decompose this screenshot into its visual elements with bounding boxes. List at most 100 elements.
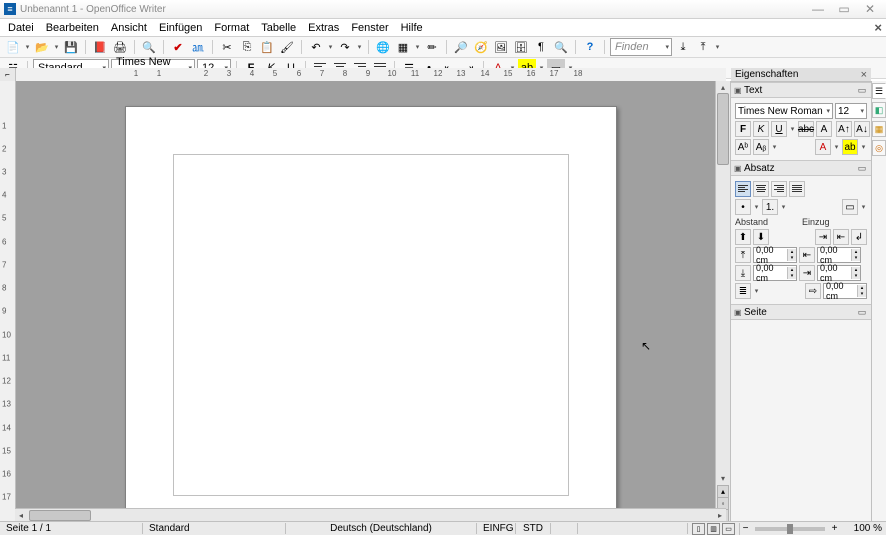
panel-highlight-dropdown[interactable]: ▾	[860, 143, 867, 151]
view-multi-page-button[interactable]: ▥	[707, 523, 720, 535]
menu-hilfe[interactable]: Hilfe	[395, 22, 429, 34]
zoom-out-button[interactable]: −	[740, 523, 751, 534]
find-next-button[interactable]: ⤓	[674, 38, 692, 56]
panel-spacing-dropdown[interactable]: ▾	[771, 143, 778, 151]
toolbar-overflow[interactable]: ▾	[714, 43, 721, 51]
copy-button[interactable]: ⎘	[238, 38, 256, 56]
panel-numbering-button[interactable]: 1.	[762, 199, 778, 215]
document-viewport[interactable]: ↖	[16, 81, 715, 522]
status-language[interactable]: Deutsch (Deutschland)	[286, 523, 477, 534]
print-preview-button[interactable]: 🔍	[140, 38, 158, 56]
first-line-indent-spinner[interactable]: 0,00 cm▴▾	[823, 283, 867, 299]
indent-left-spinner[interactable]: 0,00 cm▴▾	[817, 247, 861, 263]
panel-bullets-dropdown[interactable]: ▾	[753, 203, 760, 211]
panel-font-size-combo[interactable]: 12 ▾	[835, 103, 867, 119]
panel-align-justify-button[interactable]	[789, 181, 805, 197]
navigator-button[interactable]: 🧭	[472, 38, 490, 56]
panel-align-right-button[interactable]	[771, 181, 787, 197]
zoom-button[interactable]: 🔍	[552, 38, 570, 56]
menu-datei[interactable]: Datei	[2, 22, 40, 34]
panel-highlight-button[interactable]: ab	[842, 139, 858, 155]
close-window-button[interactable]: ✕	[858, 2, 882, 16]
decrease-spacing-button[interactable]: ⬇	[753, 229, 769, 245]
menu-einfuegen[interactable]: Einfügen	[153, 22, 208, 34]
view-book-button[interactable]: ▭	[722, 523, 735, 535]
panel-underline-dropdown[interactable]: ▾	[789, 125, 796, 133]
panel-bold-button[interactable]: F	[735, 121, 751, 137]
table-button[interactable]: ▦	[394, 38, 412, 56]
panel-align-center-button[interactable]	[753, 181, 769, 197]
section-text-more[interactable]: ▭	[856, 85, 868, 96]
panel-font-name-combo[interactable]: Times New Roman ▾	[735, 103, 833, 119]
clone-formatting-button[interactable]: 🖌	[278, 38, 296, 56]
scroll-up-arrow[interactable]: ▴	[716, 81, 730, 93]
panel-bg-color-dropdown[interactable]: ▾	[860, 203, 867, 211]
status-signature[interactable]	[551, 523, 578, 534]
hscroll-thumb[interactable]	[29, 510, 91, 521]
view-single-page-button[interactable]: ▯	[692, 523, 705, 535]
panel-numbering-dropdown[interactable]: ▾	[780, 203, 787, 211]
show-draw-button[interactable]: ✏	[423, 38, 441, 56]
menu-bearbeiten[interactable]: Bearbeiten	[40, 22, 105, 34]
undo-button[interactable]: ↶	[307, 38, 325, 56]
panel-shadow-button[interactable]: A	[816, 121, 832, 137]
zoom-slider[interactable]	[755, 527, 825, 531]
undo-dropdown[interactable]: ▾	[327, 43, 334, 51]
sidebar-tab-styles[interactable]: ◧	[872, 102, 886, 118]
find-toolbar-input[interactable]: Finden ▾	[610, 38, 672, 56]
section-absatz-more[interactable]: ▭	[856, 163, 868, 174]
print-button[interactable]: 🖨	[111, 38, 129, 56]
hanging-indent-button[interactable]: ↲	[851, 229, 867, 245]
table-dropdown[interactable]: ▾	[414, 43, 421, 51]
vertical-ruler[interactable]: 1 2 3 4 5 6 7 8 9 10 11 12 13 14 15 16 1…	[0, 81, 16, 522]
section-text-header[interactable]: ▣ Text ▭	[731, 82, 871, 98]
maximize-button[interactable]: ▭	[832, 2, 856, 16]
panel-bullets-button[interactable]: •	[735, 199, 751, 215]
vscroll-thumb[interactable]	[717, 93, 729, 165]
horizontal-scrollbar[interactable]: ◂ ▸	[15, 508, 726, 522]
spacing-below-spinner[interactable]: 0,00 cm▴▾	[753, 265, 797, 281]
help-button[interactable]: ?	[581, 38, 599, 56]
new-doc-dropdown[interactable]: ▾	[24, 43, 31, 51]
auto-spellcheck-button[interactable]: ㏂	[189, 38, 207, 56]
panel-underline-button[interactable]: U	[771, 121, 787, 137]
zoom-slider-knob[interactable]	[787, 524, 793, 534]
menu-format[interactable]: Format	[208, 22, 255, 34]
minimize-button[interactable]: —	[806, 2, 830, 16]
indent-right-spinner[interactable]: 0,00 cm▴▾	[817, 265, 861, 281]
sidebar-tab-properties[interactable]: ☰	[872, 83, 886, 99]
nonprinting-chars-button[interactable]: ¶	[532, 38, 550, 56]
new-doc-button[interactable]: 📄	[4, 38, 22, 56]
sidebar-tab-navigator[interactable]: ◎	[872, 140, 886, 156]
paste-button[interactable]: 📋	[258, 38, 276, 56]
cut-button[interactable]: ✂	[218, 38, 236, 56]
zoom-in-button[interactable]: +	[829, 523, 840, 534]
status-page[interactable]: Seite 1 / 1	[0, 523, 143, 534]
sidebar-tab-gallery[interactable]: ▦	[872, 121, 886, 137]
close-document-button[interactable]: ×	[874, 20, 882, 35]
gallery-button[interactable]: 🖼	[492, 38, 510, 56]
status-style[interactable]: Standard	[143, 523, 286, 534]
line-spacing-dropdown[interactable]: ▾	[753, 287, 760, 295]
panel-font-color-dropdown[interactable]: ▾	[833, 143, 840, 151]
data-sources-button[interactable]: 🗄	[512, 38, 530, 56]
menu-ansicht[interactable]: Ansicht	[105, 22, 153, 34]
spacing-above-spinner[interactable]: 0,00 cm▴▾	[753, 247, 797, 263]
hscroll-right-arrow[interactable]: ▸	[714, 510, 726, 521]
panel-bg-color-button[interactable]: ▭	[842, 199, 858, 215]
increase-spacing-button[interactable]: ⬆	[735, 229, 751, 245]
panel-increase-font-button[interactable]: A↑	[836, 121, 852, 137]
menu-fenster[interactable]: Fenster	[345, 22, 394, 34]
hscroll-left-arrow[interactable]: ◂	[15, 510, 27, 521]
open-button[interactable]: 📂	[33, 38, 51, 56]
find-replace-button[interactable]: 🔎	[452, 38, 470, 56]
section-absatz-header[interactable]: ▣ Absatz ▭	[731, 160, 871, 176]
save-button[interactable]: 💾	[62, 38, 80, 56]
redo-dropdown[interactable]: ▾	[356, 43, 363, 51]
export-pdf-button[interactable]: 📕	[91, 38, 109, 56]
vertical-scrollbar[interactable]: ▴ ▾ ▴ ◦ ▾	[715, 81, 730, 522]
menu-extras[interactable]: Extras	[302, 22, 345, 34]
status-selection-mode[interactable]: STD	[516, 523, 551, 534]
find-prev-button[interactable]: ⤒	[694, 38, 712, 56]
section-seite-more[interactable]: ▭	[856, 307, 868, 318]
